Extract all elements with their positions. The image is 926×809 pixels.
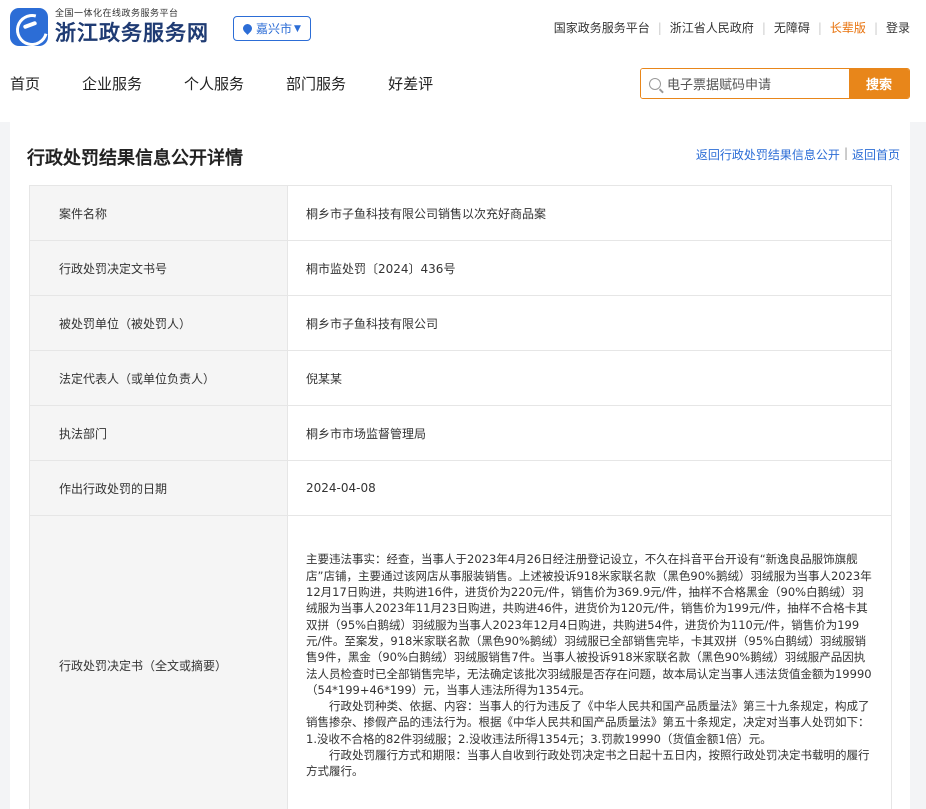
- link-national-platform[interactable]: 国家政务服务平台: [554, 19, 650, 36]
- search-button[interactable]: 搜索: [849, 69, 909, 98]
- logo-subtitle: 全国一体化在线政务服务平台: [55, 9, 179, 19]
- nav-item-personal[interactable]: 个人服务: [184, 73, 244, 94]
- divider: |: [817, 20, 822, 35]
- panel-links: 返回行政处罚结果信息公开 | 返回首页: [696, 146, 900, 163]
- table-row: 案件名称 桐乡市子鱼科技有限公司销售以次充好商品案: [29, 185, 892, 241]
- main-nav: 首页 企业服务 个人服务 部门服务 好差评: [10, 73, 475, 94]
- field-label: 执法部门: [29, 405, 288, 461]
- logo-title: 浙江政务服务网: [55, 20, 209, 45]
- back-to-home-link[interactable]: 返回首页: [852, 146, 900, 163]
- nav-item-department[interactable]: 部门服务: [286, 73, 346, 94]
- link-login[interactable]: 登录: [886, 19, 910, 36]
- site-logo[interactable]: 全国一体化在线政务服务平台 浙江政务服务网: [10, 8, 209, 46]
- search-input[interactable]: 电子票据赋码申请: [641, 69, 849, 98]
- table-row: 行政处罚决定文书号 桐市监处罚〔2024〕436号: [29, 240, 892, 296]
- decision-paragraph-deadline: 行政处罚履行方式和期限：当事人自收到行政处罚决定书之日起十五日内，按照行政处罚决…: [306, 747, 870, 779]
- region-label: 嘉兴市: [256, 22, 293, 36]
- link-provincial-government[interactable]: 浙江省人民政府: [670, 19, 754, 36]
- field-value: 桐乡市子鱼科技有限公司销售以次充好商品案: [287, 185, 892, 241]
- table-row: 法定代表人（或单位负责人） 倪某某: [29, 350, 892, 406]
- field-label: 被处罚单位（被处罚人）: [29, 295, 288, 351]
- field-value: 桐市监处罚〔2024〕436号: [287, 240, 892, 296]
- table-row: 作出行政处罚的日期 2024-04-08: [29, 460, 892, 516]
- top-links: 国家政务服务平台 | 浙江省人民政府 | 无障碍 | 长辈版 | 登录: [554, 19, 910, 36]
- divider: |: [761, 20, 766, 35]
- table-row: 行政处罚决定书（全文或摘要） 主要违法事实：经查，当事人于2023年4月26日经…: [29, 515, 892, 809]
- nav-item-rating[interactable]: 好差评: [388, 73, 433, 94]
- field-value: 倪某某: [287, 350, 892, 406]
- caret-down-icon: ▼: [294, 23, 301, 34]
- table-row: 执法部门 桐乡市市场监督管理局: [29, 405, 892, 461]
- field-label: 行政处罚决定文书号: [29, 240, 288, 296]
- detail-table: 案件名称 桐乡市子鱼科技有限公司销售以次充好商品案 行政处罚决定文书号 桐市监处…: [29, 185, 892, 809]
- decision-paragraph-facts: 主要违法事实：经查，当事人于2023年4月26日经注册登记设立，不久在抖音平台开…: [306, 552, 872, 697]
- top-header: 全国一体化在线政务服务平台 浙江政务服务网 嘉兴市 ▼ 国家政务服务平台 | 浙…: [0, 0, 926, 122]
- region-selector[interactable]: 嘉兴市 ▼: [233, 16, 311, 41]
- location-pin-icon: [241, 22, 254, 35]
- search-icon: [649, 77, 661, 90]
- link-accessibility[interactable]: 无障碍: [774, 19, 810, 36]
- decision-paragraph-penalty: 行政处罚种类、依据、内容：当事人的行为违反了《中华人民共和国产品质量法》第三十九…: [306, 699, 870, 746]
- divider: |: [843, 146, 848, 160]
- link-elder-mode[interactable]: 长辈版: [830, 19, 866, 36]
- field-label: 案件名称: [29, 185, 288, 241]
- search-bar: 电子票据赋码申请 搜索: [640, 68, 910, 99]
- field-value: 2024-04-08: [287, 460, 892, 516]
- detail-panel: 行政处罚结果信息公开详情 返回行政处罚结果信息公开 | 返回首页 案件名称 桐乡…: [10, 122, 910, 809]
- decision-text: 主要违法事实：经查，当事人于2023年4月26日经注册登记设立，不久在抖音平台开…: [287, 515, 892, 809]
- field-value: 桐乡市子鱼科技有限公司: [287, 295, 892, 351]
- table-row: 被处罚单位（被处罚人） 桐乡市子鱼科技有限公司: [29, 295, 892, 351]
- field-value: 桐乡市市场监督管理局: [287, 405, 892, 461]
- nav-item-enterprise[interactable]: 企业服务: [82, 73, 142, 94]
- field-label: 作出行政处罚的日期: [29, 460, 288, 516]
- divider: |: [657, 20, 662, 35]
- back-to-list-link[interactable]: 返回行政处罚结果信息公开: [696, 146, 840, 163]
- field-label: 行政处罚决定书（全文或摘要）: [29, 515, 288, 809]
- field-label: 法定代表人（或单位负责人）: [29, 350, 288, 406]
- divider: |: [873, 20, 878, 35]
- nav-item-home[interactable]: 首页: [10, 73, 40, 94]
- page-title: 行政处罚结果信息公开详情: [27, 148, 243, 169]
- search-placeholder: 电子票据赋码申请: [667, 78, 772, 93]
- logo-icon: [10, 8, 48, 46]
